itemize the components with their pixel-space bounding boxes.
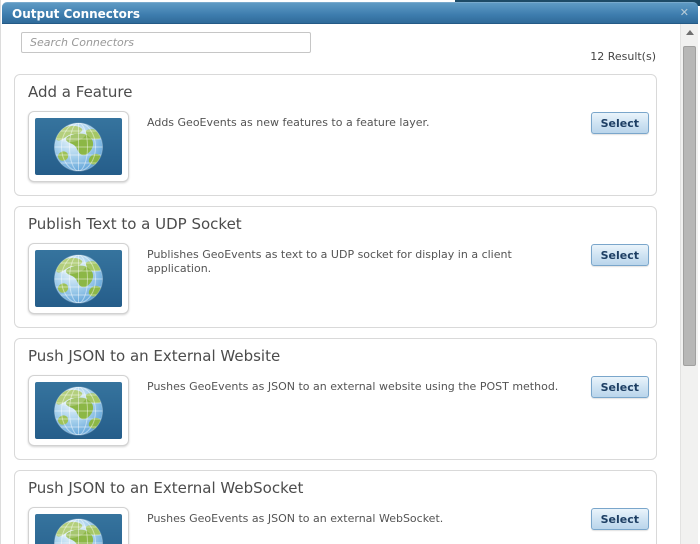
dialog-title: Output Connectors xyxy=(12,7,140,21)
globe-icon xyxy=(35,382,122,439)
connector-thumbnail xyxy=(28,507,129,544)
scrollbar-track[interactable] xyxy=(680,24,698,544)
connector-title: Push JSON to an External Website xyxy=(28,347,281,365)
connector-thumbnail xyxy=(28,375,129,446)
globe-icon xyxy=(35,514,122,544)
connector-list: Add a Feature Adds GeoEvents as new feat… xyxy=(14,74,657,544)
close-icon[interactable]: ✕ xyxy=(680,6,689,20)
select-button[interactable]: Select xyxy=(590,376,649,398)
connector-title: Publish Text to a UDP Socket xyxy=(28,215,242,233)
connector-title: Push JSON to an External WebSocket xyxy=(28,479,304,497)
connector-thumbnail xyxy=(28,243,129,314)
connector-description: Publishes GeoEvents as text to a UDP soc… xyxy=(147,248,512,275)
connector-card: Push JSON to an External Website Pushes … xyxy=(14,338,657,460)
arrow-up-icon xyxy=(685,30,694,35)
dialog-titlebar: Output Connectors ✕ xyxy=(2,2,698,24)
search-input[interactable] xyxy=(21,32,311,53)
scrollbar-thumb[interactable] xyxy=(683,46,696,366)
connector-description: Adds GeoEvents as new features to a feat… xyxy=(147,116,430,129)
globe-icon xyxy=(35,118,122,175)
connector-thumbnail xyxy=(28,111,129,182)
scroll-up-button[interactable] xyxy=(681,24,698,41)
dialog-left-border xyxy=(0,0,1,544)
select-button[interactable]: Select xyxy=(590,244,649,266)
select-button[interactable]: Select xyxy=(590,112,649,134)
globe-icon xyxy=(35,250,122,307)
output-connectors-dialog: Output Connectors ✕ 12 Result(s) Add a F… xyxy=(0,0,700,544)
connector-title: Add a Feature xyxy=(28,83,133,101)
connector-description: Pushes GeoEvents as JSON to an external … xyxy=(147,512,444,525)
select-button[interactable]: Select xyxy=(590,508,649,530)
connector-card: Publish Text to a UDP Socket Publishes G… xyxy=(14,206,657,328)
connector-card: Add a Feature Adds GeoEvents as new feat… xyxy=(14,74,657,196)
connector-description: Pushes GeoEvents as JSON to an external … xyxy=(147,380,559,393)
results-count: 12 Result(s) xyxy=(590,50,656,63)
connector-card: Push JSON to an External WebSocket Pushe… xyxy=(14,470,657,544)
